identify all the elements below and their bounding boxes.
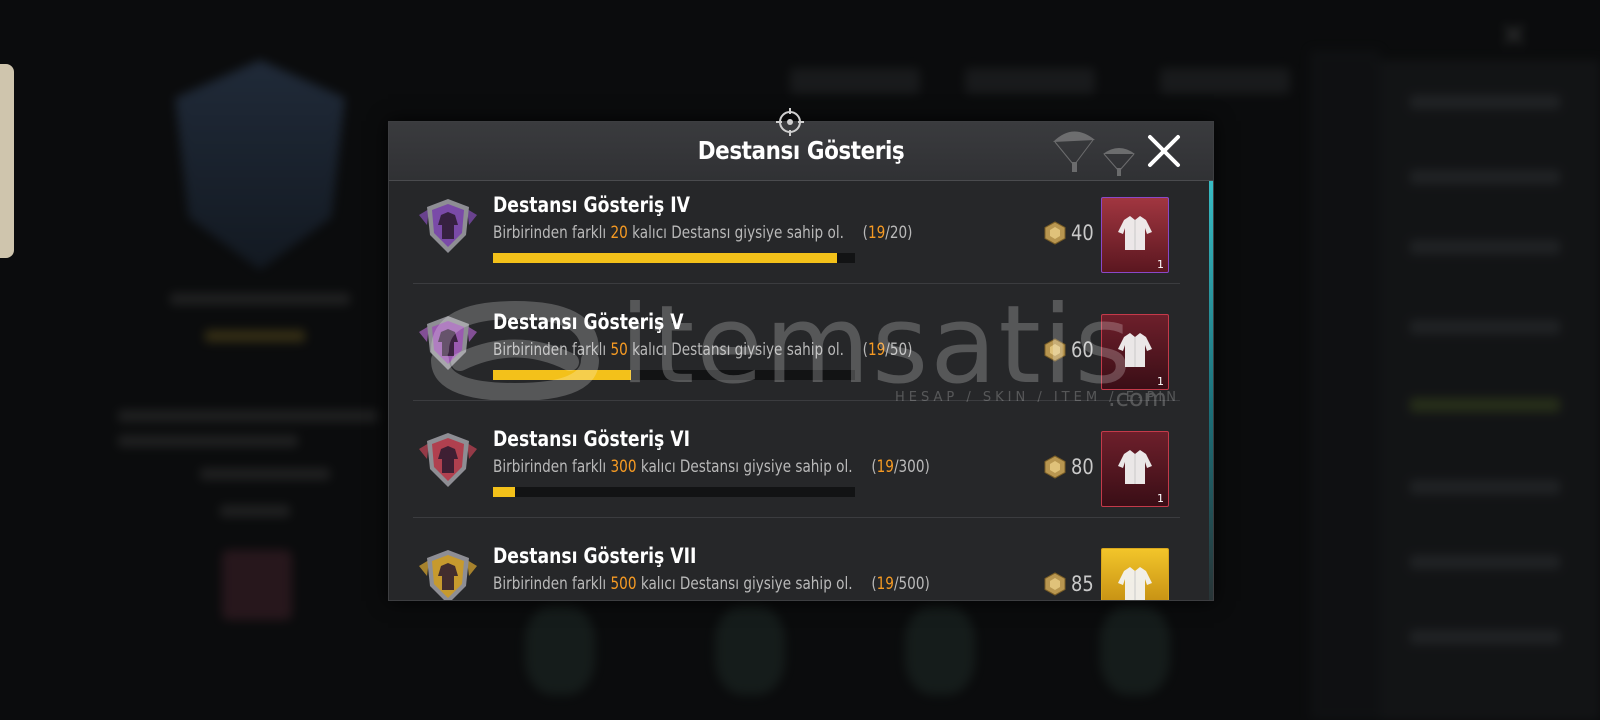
progress-bar <box>493 370 855 380</box>
background-menu-item <box>1410 555 1560 569</box>
achievement-point-icon <box>1044 338 1066 362</box>
achievement-description: Birbirinden farklı 300 kalıcı Destansı g… <box>493 457 930 477</box>
close-button[interactable] <box>1145 132 1183 170</box>
tier-badge-icon <box>419 316 477 370</box>
background-text <box>205 330 305 342</box>
reward: 85 <box>1043 572 1098 596</box>
description-prefix: Birbirinden farklı <box>493 340 607 360</box>
achievement-row: Destansı Gösteriş V Birbirinden farklı 5… <box>413 284 1180 401</box>
achievement-title: Destansı Gösteriş VII <box>493 544 697 568</box>
background-menu-item <box>1410 320 1560 334</box>
progress-total: /300) <box>893 457 930 477</box>
progress-bar <box>493 253 855 263</box>
tier-badge-icon <box>419 550 477 600</box>
reward-value: 40 <box>1071 221 1094 245</box>
tier-badge-icon <box>419 433 477 487</box>
achievement-point-icon <box>1044 221 1066 245</box>
background-medal <box>525 605 595 695</box>
progress-current: 19 <box>876 574 894 594</box>
progress-bar-fill <box>493 253 837 263</box>
description-target: 300 <box>610 457 637 477</box>
description-suffix: kalıcı Destansı giysiye sahip ol. <box>640 574 853 594</box>
background-medal <box>905 605 975 695</box>
achievement-modal: Destansı Gösteriş Destansı Gösteriş IV B… <box>388 121 1214 601</box>
description-prefix: Birbirinden farklı <box>493 223 607 243</box>
background-text <box>220 505 290 517</box>
progress-current: 19 <box>876 457 894 477</box>
side-pull-tab[interactable] <box>0 64 14 258</box>
background-filter <box>790 68 920 94</box>
reward-item-card[interactable]: 1 <box>1101 431 1169 507</box>
achievement-title: Destansı Gösteriş IV <box>493 193 690 217</box>
reward-item-card[interactable]: 1 <box>1101 314 1169 390</box>
achievement-point-icon <box>1044 572 1066 596</box>
description-suffix: kalıcı Destansı giysiye sahip ol. <box>632 340 844 360</box>
background-menu-item <box>1410 170 1560 184</box>
progress-total: /50) <box>885 340 913 360</box>
background-medal <box>715 605 785 695</box>
background-text <box>118 410 378 422</box>
crosshair-icon <box>776 108 804 136</box>
background-menu-item <box>1410 480 1560 494</box>
achievement-list[interactable]: Destansı Gösteriş IV Birbirinden farklı … <box>389 180 1213 600</box>
background-menu-item <box>1410 95 1560 109</box>
description-target: 50 <box>610 340 628 360</box>
progress-text: (19/500) <box>871 574 929 594</box>
item-count: 1 <box>1157 258 1164 271</box>
reward-item-card[interactable]: 1 <box>1101 197 1169 273</box>
background-menu-item <box>1410 240 1560 254</box>
description-target: 20 <box>610 223 628 243</box>
description-prefix: Birbirinden farklı <box>493 457 607 477</box>
achievement-row: Destansı Gösteriş VII Birbirinden farklı… <box>413 518 1180 600</box>
item-count: 1 <box>1157 375 1164 388</box>
background-text <box>118 435 298 447</box>
parachute-icon <box>1053 131 1135 176</box>
tier-badge-icon <box>419 199 477 253</box>
background-menu-item <box>1410 398 1560 412</box>
achievement-row: Destansı Gösteriş IV Birbirinden farklı … <box>413 180 1180 284</box>
achievement-point-icon <box>1044 455 1066 479</box>
progress-total: /20) <box>885 223 913 243</box>
background-text <box>200 468 330 480</box>
description-suffix: kalıcı Destansı giysiye sahip ol. <box>632 223 844 243</box>
item-count: 1 <box>1157 492 1164 505</box>
progress-bar-fill <box>493 487 515 497</box>
progress-bar <box>493 487 855 497</box>
reward: 40 <box>1043 221 1098 245</box>
reward: 60 <box>1043 338 1098 362</box>
background-badge <box>175 60 345 270</box>
progress-text: (19/300) <box>871 457 929 477</box>
description-target: 500 <box>610 574 637 594</box>
progress-text: (19/50) <box>863 340 913 360</box>
achievement-row: Destansı Gösteriş VI Birbirinden farklı … <box>413 401 1180 518</box>
progress-text: (19/20) <box>863 223 913 243</box>
achievement-description: Birbirinden farklı 50 kalıcı Destansı gi… <box>493 340 912 360</box>
progress-bar-fill <box>493 370 631 380</box>
reward-value: 80 <box>1071 455 1094 479</box>
background-close-icon: ✕ <box>1499 17 1529 55</box>
background-nav-strip <box>1310 50 1380 720</box>
jacket-icon <box>1118 567 1152 600</box>
background-filter <box>1160 68 1290 94</box>
progress-current: 19 <box>867 223 886 243</box>
background-item-card <box>222 550 292 620</box>
progress-total: /500) <box>893 574 930 594</box>
background-menu-item <box>1410 630 1560 644</box>
background-filter <box>965 68 1095 94</box>
reward-value: 85 <box>1071 572 1094 596</box>
background-right-panel <box>1380 60 1600 720</box>
achievement-description: Birbirinden farklı 20 kalıcı Destansı gi… <box>493 223 912 243</box>
reward: 80 <box>1043 455 1098 479</box>
description-prefix: Birbirinden farklı <box>493 574 607 594</box>
reward-item-card[interactable] <box>1101 548 1169 600</box>
progress-current: 19 <box>867 340 886 360</box>
description-suffix: kalıcı Destansı giysiye sahip ol. <box>640 457 853 477</box>
background-text <box>170 293 350 305</box>
background-medal <box>1100 605 1170 695</box>
achievement-title: Destansı Gösteriş VI <box>493 427 690 451</box>
achievement-description: Birbirinden farklı 500 kalıcı Destansı g… <box>493 574 930 594</box>
achievement-title: Destansı Gösteriş V <box>493 310 684 334</box>
reward-value: 60 <box>1071 338 1094 362</box>
